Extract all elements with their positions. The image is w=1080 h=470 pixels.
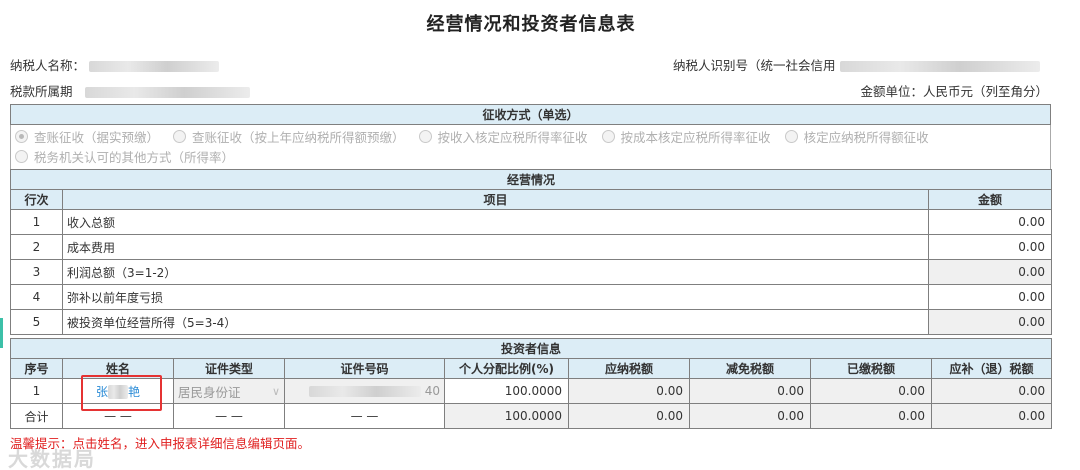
method-option-7[interactable]: 税务机关认可的其他方式（所得率）: [15, 147, 234, 166]
amount-readonly: 0.00: [927, 309, 1053, 335]
page-title: 经营情况和投资者信息表: [426, 14, 636, 35]
method-option-2[interactable]: 查账征收（按上年应纳税所得额预缴）: [173, 127, 405, 146]
investors-table: 投资者信息 序号 姓名 证件类型 证件号码 个人分配比例(%) 应纳税额 减免税…: [9, 338, 1053, 429]
table-row: 5 被投资单位经营所得（5=3-4） 0.00: [10, 309, 1053, 335]
total-row: 合计 — — — — — — 100.0000 0.00 0.00 0.00 0…: [10, 403, 1053, 429]
radio-icon: [15, 149, 28, 163]
collection-method-header: 征收方式（单选）: [10, 104, 1051, 125]
table-row: 3 利润总额（3=1-2） 0.00: [10, 259, 1053, 285]
tax-period-label: 税款所属期: [10, 84, 73, 99]
id-number-field: 40: [284, 378, 445, 404]
redacted-name: [108, 385, 128, 399]
redacted-taxpayer-id: [839, 61, 1040, 72]
ratio-input[interactable]: 100.0000: [444, 378, 569, 404]
col-id-number: 证件号码: [284, 358, 445, 379]
method-option-5[interactable]: 按收入核定应税所得率征收: [418, 127, 588, 146]
radio-icon: [418, 129, 432, 143]
radio-icon: [15, 129, 28, 143]
id-type-select[interactable]: 居民身份证 ∨: [173, 378, 285, 404]
col-tax-payable: 应纳税额: [568, 358, 690, 379]
redacted-tax-period: [84, 87, 250, 98]
col-line: 行次: [10, 189, 63, 210]
method-option-4[interactable]: 核定应纳税所得额征收: [784, 127, 929, 146]
col-tax-relief: 减免税额: [689, 358, 811, 379]
taxpayer-name-label: 纳税人名称：: [10, 58, 86, 73]
method-option-6[interactable]: 按成本核定应税所得率征收: [601, 127, 771, 146]
radio-icon: [784, 129, 798, 143]
side-tab[interactable]: [0, 318, 3, 348]
investors-header: 投资者信息: [9, 338, 1053, 359]
investor-row: 1 张艳 居民身份证 ∨ 40 100.0000 0.00 0.00 0.00 0…: [10, 378, 1053, 404]
operations-table: 经营情况 行次 项目 金额 1 收入总额 0.00 2 成本费用 0.00 3 …: [9, 169, 1053, 335]
redacted-id-number: [308, 386, 421, 397]
radio-icon: [601, 129, 615, 143]
amount-readonly: 0.00: [927, 259, 1053, 285]
method-option-1[interactable]: 查账征收（据实预缴）: [15, 127, 159, 146]
col-tax-paid: 已缴税额: [810, 358, 932, 379]
col-ratio: 个人分配比例(%): [444, 358, 569, 379]
col-seq: 序号: [10, 358, 63, 379]
table-row: 1 收入总额 0.00: [10, 209, 1053, 235]
taxpayer-id-row: 纳税人识别号（统一社会信用: [673, 55, 1040, 74]
col-id-type: 证件类型: [173, 358, 285, 379]
chevron-down-icon: ∨: [271, 384, 280, 398]
col-item: 项目: [62, 189, 929, 210]
investor-name-link[interactable]: 张艳: [62, 378, 174, 404]
col-tax-due: 应补（退）税额: [930, 358, 1053, 379]
taxpayer-id-label: 纳税人识别号（统一社会信用: [673, 58, 836, 73]
watermark: 大数据局: [8, 447, 96, 470]
operations-header: 经营情况: [9, 169, 1053, 190]
table-row: 4 弥补以前年度亏损 0.00: [10, 284, 1053, 310]
col-name: 姓名: [62, 358, 174, 379]
radio-icon: [173, 129, 187, 143]
col-amount: 金额: [927, 189, 1053, 210]
amount-input[interactable]: 0.00: [927, 284, 1053, 310]
table-row: 2 成本费用 0.00: [10, 234, 1053, 260]
currency-note: 金额单位：人民币元（列至角分）: [860, 84, 1048, 99]
tax-period-row: 税款所属期: [10, 81, 250, 100]
taxpayer-name-row: 纳税人名称：: [10, 55, 219, 74]
redacted-taxpayer-name: [89, 61, 219, 72]
amount-input[interactable]: 0.00: [927, 234, 1053, 260]
amount-input[interactable]: 0.00: [927, 209, 1053, 235]
